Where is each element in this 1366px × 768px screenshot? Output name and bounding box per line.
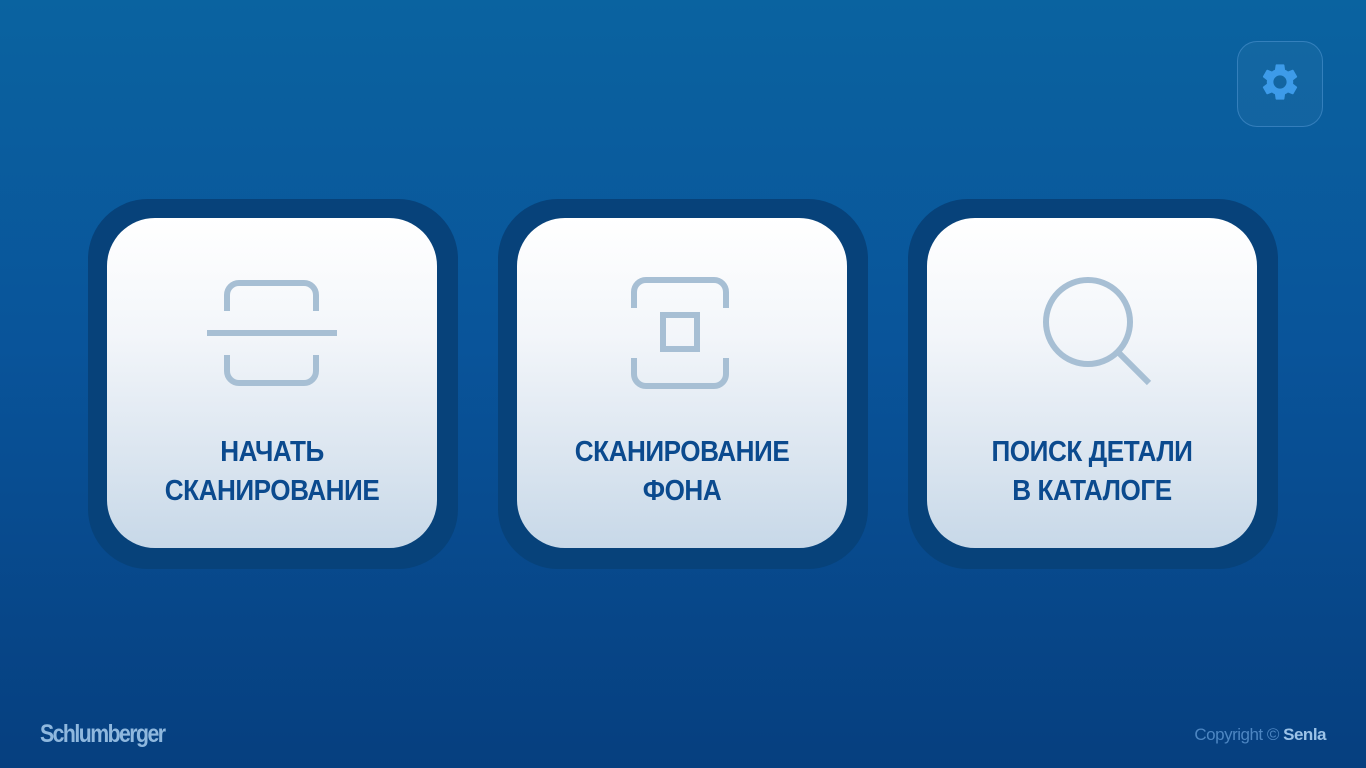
gear-icon (1258, 60, 1302, 109)
scan-line-icon (107, 273, 437, 393)
copyright: Copyright © Senla (1194, 725, 1326, 745)
brand-logo: Schlumberger (40, 720, 166, 748)
search-icon (927, 273, 1257, 393)
start-scan-button[interactable]: НАЧАТЬ СКАНИРОВАНИЕ (107, 218, 437, 548)
tile-label-line2: ФОНА (642, 475, 722, 507)
tile-label: СКАНИРОВАНИЕ ФОНА (534, 433, 831, 511)
tile-label: ПОИСК ДЕТАЛИ В КАТАЛОГЕ (944, 433, 1241, 511)
tile-label: НАЧАТЬ СКАНИРОВАНИЕ (124, 433, 421, 511)
tile-label-line2: В КАТАЛОГЕ (1012, 475, 1172, 507)
tile-label-line1: НАЧАТЬ (220, 436, 324, 468)
tile-frame-start-scan: НАЧАТЬ СКАНИРОВАНИЕ (88, 199, 458, 569)
tile-frame-background-scan: СКАНИРОВАНИЕ ФОНА (498, 199, 868, 569)
tile-label-line1: ПОИСК ДЕТАЛИ (991, 436, 1193, 468)
tile-frame-catalog-search: ПОИСК ДЕТАЛИ В КАТАЛОГЕ (908, 199, 1278, 569)
scan-square-icon (517, 273, 847, 393)
tile-label-line2: СКАНИРОВАНИЕ (164, 475, 380, 507)
catalog-search-button[interactable]: ПОИСК ДЕТАЛИ В КАТАЛОГЕ (927, 218, 1257, 548)
copyright-prefix: Copyright © (1194, 725, 1279, 744)
settings-button[interactable] (1237, 41, 1323, 127)
copyright-owner: Senla (1283, 725, 1326, 744)
tile-label-line1: СКАНИРОВАНИЕ (574, 436, 790, 468)
background-scan-button[interactable]: СКАНИРОВАНИЕ ФОНА (517, 218, 847, 548)
